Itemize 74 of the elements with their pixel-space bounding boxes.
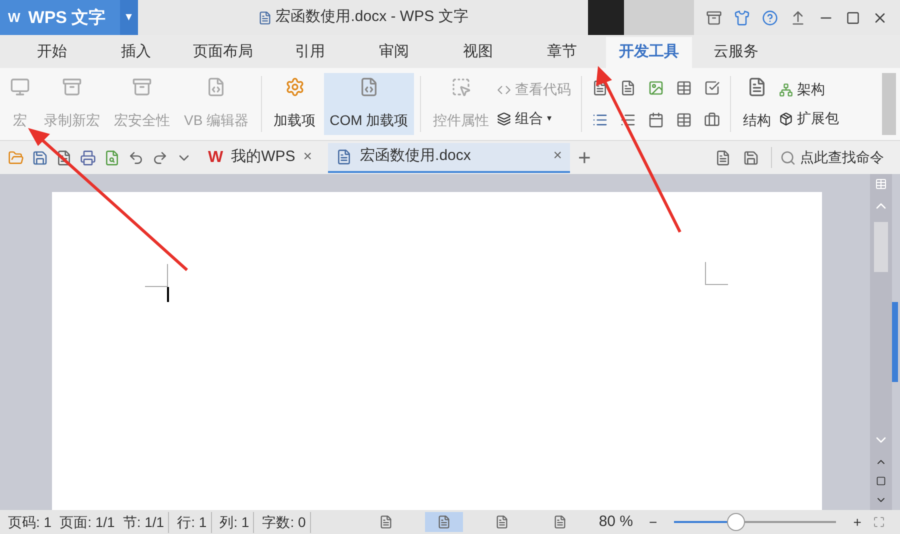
user-name-blur [624,0,694,35]
view-icon [436,515,451,529]
ribbon-button[interactable]: 结构 [737,73,778,135]
menu-tab[interactable]: 页面布局 [180,37,266,68]
selection-icon [451,77,472,97]
redo-icon[interactable] [152,150,168,166]
zoom-out-button[interactable]: − [649,512,658,532]
status-field: 行: 1 [177,512,212,532]
tab-label: 我的WPS [231,147,296,168]
search-icon [780,150,796,166]
margin-corner-mark [145,264,168,287]
picture-icon[interactable] [648,80,664,96]
text-control-icon[interactable] [620,80,636,96]
schema-button[interactable]: 架构 [779,79,840,100]
text-cursor [167,287,169,302]
status-field: 节: 1/1 [122,512,170,532]
margin-corner-mark [705,262,728,285]
menu-tab[interactable]: 视图 [438,37,518,68]
app-menu-button[interactable]: W WPS 文字 ▾ [0,0,138,35]
status-field: 页码: 1 [8,512,52,532]
zoom-value: 80 % [598,512,634,532]
help-icon[interactable] [762,10,778,26]
zoom-in-button[interactable]: + [853,512,862,532]
upload-icon[interactable] [790,10,806,26]
view-icon [378,515,393,529]
tree-icon [779,82,794,96]
status-field: 列: 1 [220,512,254,532]
zoom-slider-thumb[interactable] [726,513,745,531]
scroll-thumb[interactable] [874,222,888,272]
wps-logo: W [208,148,224,168]
view-icon [494,515,509,529]
combine-button[interactable]: 组合 ▾ [497,108,572,129]
gears-icon [284,77,305,97]
menu-tab[interactable]: 开始 [12,37,92,68]
date-picker-icon[interactable] [648,112,664,128]
maximize-icon[interactable] [846,10,860,24]
ribbon-button[interactable]: COM 加载项 [324,73,414,135]
tab-close-button[interactable]: × [303,146,312,169]
print-icon[interactable] [80,150,96,166]
document-icon[interactable] [715,150,731,166]
layers-icon [497,112,512,126]
window-title: 宏函数使用.docx - WPS 文字 [276,7,468,28]
view-mode-button[interactable] [424,512,463,532]
search-field[interactable]: 点此查找命令 [771,147,892,168]
expansion-pack-button[interactable]: 扩展包 [779,108,840,129]
menu-tab[interactable]: 引用 [270,37,350,68]
menu-tab[interactable]: 审阅 [354,37,434,68]
document-tab[interactable]: 宏函数使用.docx × [328,142,570,172]
table-icon[interactable] [676,112,692,128]
menu-tab[interactable]: 插入 [96,37,176,68]
print-preview-icon[interactable] [104,150,120,166]
status-field: 字数: 0 [262,512,311,532]
package-icon [779,112,794,126]
document-tab[interactable]: W 我的WPS × [200,142,320,172]
tab-label: 宏函数使用.docx [360,146,471,166]
menu-tab[interactable]: 章节 [522,37,602,68]
checkbox-icon[interactable] [704,80,720,96]
new-tab-button[interactable]: + [578,146,591,168]
save-icon[interactable] [32,150,48,166]
view-icon [552,515,567,529]
text-control-icon[interactable] [592,80,608,96]
menu-tab[interactable]: 云服务 [696,37,776,68]
structure-icon [747,77,768,97]
ribbon-button[interactable]: 加载项 [268,73,322,135]
status-field: 页面: 1/1 [60,512,115,532]
vertical-scrollbar[interactable] [870,174,892,510]
undo-icon[interactable] [128,150,144,166]
document-icon [258,10,272,24]
shirt-icon[interactable] [734,10,750,26]
document-icon [336,148,352,164]
menu-tab[interactable]: 开发工具 [606,37,692,68]
tab-close-button[interactable]: × [553,145,562,168]
wps-logo: W [8,8,20,27]
document-gear-icon [358,77,379,97]
